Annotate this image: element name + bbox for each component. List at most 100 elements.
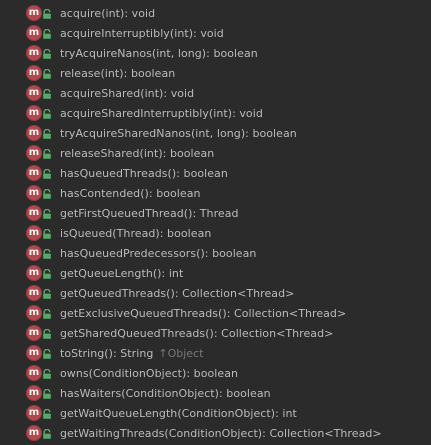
method-icon: m (26, 225, 42, 241)
method-icon-group: m (26, 25, 51, 41)
method-icon-group: m (26, 205, 51, 221)
method-icon: m (26, 365, 42, 381)
method-signature: getWaitQueueLength(ConditionObject): int (60, 406, 297, 420)
method-icon-group: m (26, 225, 51, 241)
method-icon-group: m (26, 125, 51, 141)
method-icon: m (26, 205, 42, 221)
method-icon: m (26, 105, 42, 121)
method-signature: hasContended(): boolean (60, 186, 201, 200)
method-list-item[interactable]: m toString(): String ↑Object (0, 343, 431, 363)
method-list-item[interactable]: m release(int): boolean (0, 63, 431, 83)
method-list-item[interactable]: m hasContended(): boolean (0, 183, 431, 203)
method-list-item[interactable]: m getWaitQueueLength(ConditionObject): i… (0, 403, 431, 423)
method-icon: m (26, 245, 42, 261)
method-icon: m (26, 425, 42, 441)
public-lock-icon (43, 429, 51, 439)
method-signature: acquireShared(int): void (60, 86, 195, 100)
method-icon: m (26, 405, 42, 421)
method-list-item[interactable]: m tryAcquireSharedNanos(int, long): bool… (0, 123, 431, 143)
method-signature: getQueuedThreads(): Collection<Thread> (60, 286, 295, 300)
method-icon-group: m (26, 145, 51, 161)
public-lock-icon (43, 249, 51, 259)
method-icon: m (26, 305, 42, 321)
method-list-item[interactable]: m tryAcquireNanos(int, long): boolean (0, 43, 431, 63)
method-signature: tryAcquireSharedNanos(int, long): boolea… (60, 126, 297, 140)
public-lock-icon (43, 309, 51, 319)
method-list-item[interactable]: m getFirstQueuedThread(): Thread (0, 203, 431, 223)
method-icon-group: m (26, 405, 51, 421)
method-icon-group: m (26, 65, 51, 81)
public-lock-icon (43, 69, 51, 79)
inherited-from-label: ↑Object (158, 346, 204, 360)
method-icon-group: m (26, 365, 51, 381)
method-icon-group: m (26, 245, 51, 261)
method-list-item[interactable]: m getQueuedThreads(): Collection<Thread> (0, 283, 431, 303)
method-icon: m (26, 45, 42, 61)
method-signature: owns(ConditionObject): boolean (60, 366, 239, 380)
method-icon: m (26, 385, 42, 401)
public-lock-icon (43, 49, 51, 59)
method-signature: getFirstQueuedThread(): Thread (60, 206, 239, 220)
method-icon: m (26, 345, 42, 361)
method-signature: hasQueuedPredecessors(): boolean (60, 246, 257, 260)
method-icon: m (26, 325, 42, 341)
method-list-item[interactable]: m isQueued(Thread): boolean (0, 223, 431, 243)
method-list-item[interactable]: m hasWaiters(ConditionObject): boolean (0, 383, 431, 403)
method-list-item[interactable]: m getSharedQueuedThreads(): Collection<T… (0, 323, 431, 343)
method-list-item[interactable]: m hasQueuedThreads(): boolean (0, 163, 431, 183)
method-icon: m (26, 185, 42, 201)
method-icon: m (26, 265, 42, 281)
structure-method-list: m acquire(int): void m acquireInterrupti… (0, 0, 431, 445)
method-icon: m (26, 25, 42, 41)
public-lock-icon (43, 189, 51, 199)
method-signature: toString(): String (60, 346, 154, 360)
public-lock-icon (43, 9, 51, 19)
public-lock-icon (43, 209, 51, 219)
public-lock-icon (43, 169, 51, 179)
method-icon: m (26, 145, 42, 161)
method-icon-group: m (26, 45, 51, 61)
method-signature: getSharedQueuedThreads(): Collection<Thr… (60, 326, 334, 340)
method-icon-group: m (26, 345, 51, 361)
method-list-item[interactable]: m getExclusiveQueuedThreads(): Collectio… (0, 303, 431, 323)
public-lock-icon (43, 409, 51, 419)
public-lock-icon (43, 89, 51, 99)
method-icon-group: m (26, 285, 51, 301)
method-list-item[interactable]: m acquire(int): void (0, 3, 431, 23)
method-list-item[interactable]: m releaseShared(int): boolean (0, 143, 431, 163)
method-signature: getQueueLength(): int (60, 266, 184, 280)
method-icon-group: m (26, 185, 51, 201)
method-icon-group: m (26, 265, 51, 281)
method-icon-group: m (26, 325, 51, 341)
public-lock-icon (43, 329, 51, 339)
method-list-item[interactable]: m getWaitingThreads(ConditionObject): Co… (0, 423, 431, 443)
method-icon-group: m (26, 105, 51, 121)
method-list-item[interactable]: m getQueueLength(): int (0, 263, 431, 283)
method-icon-group: m (26, 85, 51, 101)
public-lock-icon (43, 389, 51, 399)
method-list-item[interactable]: m acquireSharedInterruptibly(int): void (0, 103, 431, 123)
method-signature: isQueued(Thread): boolean (60, 226, 212, 240)
public-lock-icon (43, 229, 51, 239)
method-signature: releaseShared(int): boolean (60, 146, 215, 160)
public-lock-icon (43, 149, 51, 159)
public-lock-icon (43, 369, 51, 379)
method-signature: acquireInterruptibly(int): void (60, 26, 224, 40)
method-icon-group: m (26, 165, 51, 181)
method-signature: getExclusiveQueuedThreads(): Collection<… (60, 306, 347, 320)
method-icon: m (26, 65, 42, 81)
method-signature: hasQueuedThreads(): boolean (60, 166, 228, 180)
method-list-item[interactable]: m hasQueuedPredecessors(): boolean (0, 243, 431, 263)
method-icon-group: m (26, 425, 51, 441)
method-list-item[interactable]: m acquireShared(int): void (0, 83, 431, 103)
public-lock-icon (43, 29, 51, 39)
public-lock-icon (43, 349, 51, 359)
method-signature: acquireSharedInterruptibly(int): void (60, 106, 263, 120)
method-signature: acquire(int): void (60, 6, 156, 20)
method-list-item[interactable]: m acquireInterruptibly(int): void (0, 23, 431, 43)
method-icon: m (26, 125, 42, 141)
method-list-item[interactable]: m owns(ConditionObject): boolean (0, 363, 431, 383)
public-lock-icon (43, 269, 51, 279)
method-icon: m (26, 285, 42, 301)
method-signature: tryAcquireNanos(int, long): boolean (60, 46, 258, 60)
